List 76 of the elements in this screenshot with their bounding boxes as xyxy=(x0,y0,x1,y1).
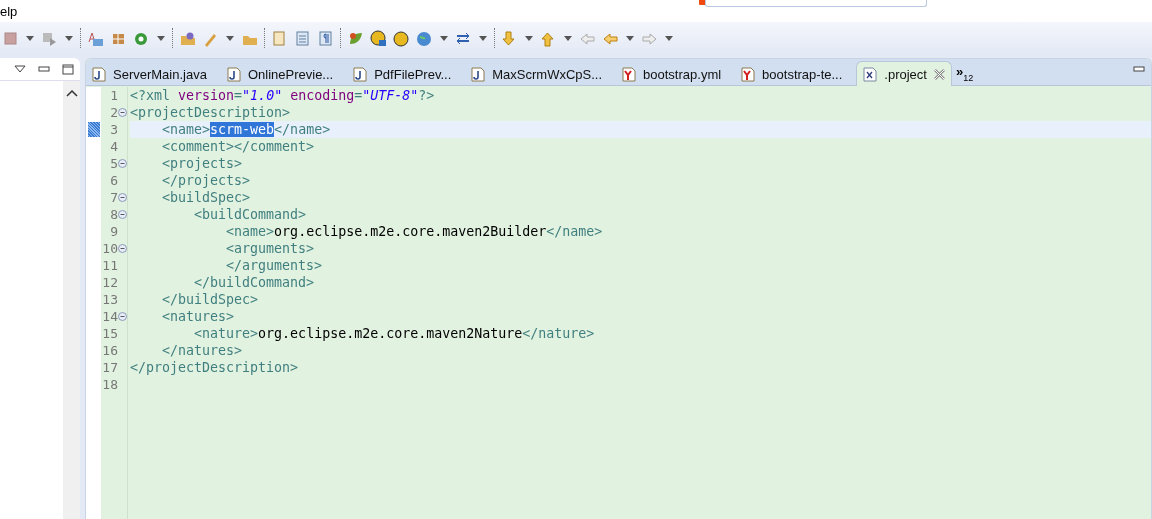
minimize-icon[interactable] xyxy=(1133,65,1145,73)
code-line: </arguments> xyxy=(225,258,323,273)
line-number: 9 xyxy=(110,223,118,240)
caret-icon[interactable] xyxy=(25,34,35,42)
line-number: 7 xyxy=(110,189,118,206)
line-number: 1 xyxy=(110,87,118,104)
code-line: <buildCommand> xyxy=(193,207,307,222)
code-line: <projects> xyxy=(161,156,243,171)
caret-icon[interactable] xyxy=(625,34,635,42)
caret-icon[interactable] xyxy=(225,34,235,42)
editor-tab[interactable]: OnlinePrevie... xyxy=(220,63,348,85)
line-number: 18 xyxy=(102,376,118,393)
fold-icon[interactable] xyxy=(118,108,127,117)
fold-icon[interactable] xyxy=(118,244,127,253)
line-number: 17 xyxy=(102,359,118,376)
line-number: 10 xyxy=(102,240,118,257)
caret-icon[interactable] xyxy=(478,34,488,42)
globe-icon[interactable] xyxy=(416,29,433,47)
code-line: <?xml version="1.0" encoding="UTF-8"?> xyxy=(130,88,435,103)
fold-icon[interactable] xyxy=(118,210,127,219)
line-number: 3 xyxy=(110,121,118,138)
code-line: <nature>org.eclipse.m2e.core.maven2Nature</nature> xyxy=(193,326,595,341)
code-line: <buildSpec> xyxy=(161,190,251,205)
line-number: 8 xyxy=(110,206,118,223)
line-number: 13 xyxy=(102,291,118,308)
fold-icon[interactable] xyxy=(118,312,127,321)
down-arrow-icon[interactable] xyxy=(501,29,518,47)
java-file-icon xyxy=(353,66,368,82)
line-number: 6 xyxy=(110,172,118,189)
line-number: 16 xyxy=(102,342,118,359)
line-number: 15 xyxy=(102,325,118,342)
editor-tab[interactable]: ServerMain.java xyxy=(86,63,221,85)
line-number: 5 xyxy=(110,155,118,172)
code-line: </natures> xyxy=(161,343,243,358)
scrollbar[interactable] xyxy=(63,81,80,519)
editor-tab[interactable]: PdfFilePrev... xyxy=(347,63,466,85)
code-line: <projectDescription> xyxy=(130,105,291,120)
caret-icon[interactable] xyxy=(524,34,534,42)
fold-icon[interactable] xyxy=(118,159,127,168)
editor-tab[interactable]: bootstrap-te... xyxy=(735,63,857,85)
scroll-up-icon[interactable] xyxy=(65,89,78,97)
caret-icon[interactable] xyxy=(64,34,74,42)
stop-icon[interactable] xyxy=(2,29,19,47)
line-number: 2 xyxy=(110,104,118,121)
line-number: 12 xyxy=(102,274,118,291)
close-icon[interactable] xyxy=(933,68,945,80)
line-number: 4 xyxy=(110,138,118,155)
view-menu-icon[interactable] xyxy=(14,65,26,73)
caret-icon[interactable] xyxy=(563,34,573,42)
code-line: <name>org.eclipse.m2e.core.maven2Builder</name> xyxy=(225,224,603,239)
paragraph-icon[interactable] xyxy=(317,29,334,47)
line-number: 14 xyxy=(102,308,118,325)
code-line: </buildCommand> xyxy=(193,275,315,290)
code-line: </projects> xyxy=(161,173,251,188)
java-file-icon xyxy=(92,66,106,82)
code-line: <comment></comment> xyxy=(161,139,315,154)
fold-icon[interactable] xyxy=(118,193,127,202)
editor-tab[interactable]: .project xyxy=(856,61,952,86)
code-line: <arguments> xyxy=(225,241,315,256)
menu-item[interactable]: elp xyxy=(0,3,18,19)
code-line: <natures> xyxy=(161,309,235,324)
line-number: 11 xyxy=(102,257,118,274)
yaml-file-icon xyxy=(622,66,637,82)
java-file-icon xyxy=(226,66,241,82)
code-line: </buildSpec> xyxy=(161,292,259,307)
caret-icon[interactable] xyxy=(156,34,166,42)
maximize-icon[interactable] xyxy=(62,63,74,75)
caret-icon[interactable] xyxy=(664,34,674,42)
yaml-file-icon xyxy=(741,66,756,82)
editor-tab[interactable]: MaxScrmWxCpS... xyxy=(465,63,617,85)
xml-file-icon xyxy=(863,66,878,82)
minimize-icon[interactable] xyxy=(38,65,50,73)
java-file-icon xyxy=(471,66,486,82)
caret-icon[interactable] xyxy=(439,34,449,42)
code-line: </projectDescription> xyxy=(130,360,299,375)
editor-tab[interactable]: bootstrap.yml xyxy=(616,63,736,85)
